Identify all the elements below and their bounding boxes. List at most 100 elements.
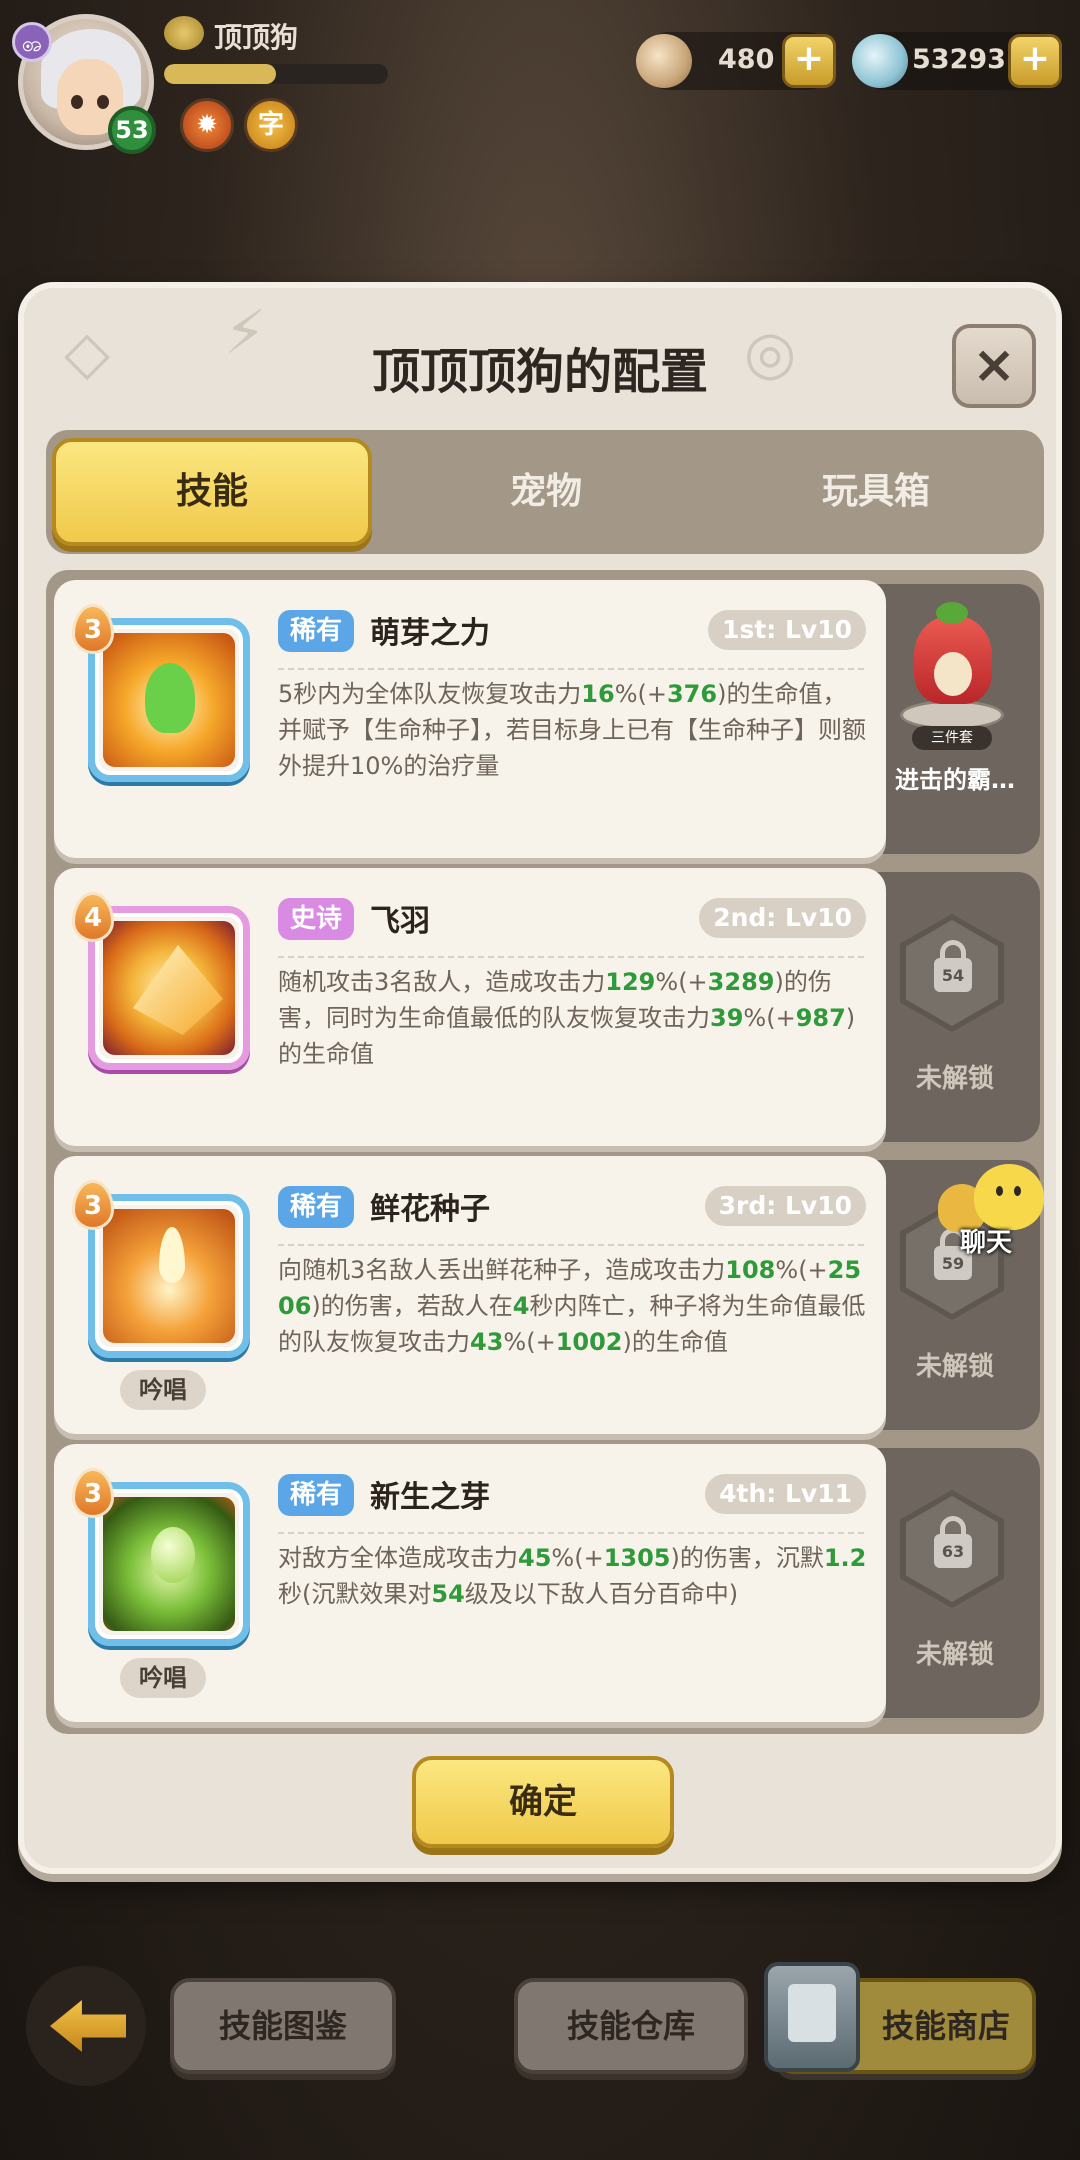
shop-icon (764, 1962, 860, 2072)
tab-bar: 技能 宠物 玩具箱 (46, 430, 1044, 554)
divider (278, 956, 864, 958)
desc-value: 16 (581, 680, 615, 708)
skill-row: 59 未解锁 3 吟唱 稀有 鲜花种子 3rd: Lv10 向随机3名敌人丢出鲜… (54, 1156, 1044, 1434)
slot-level: 3rd: Lv10 (704, 1186, 866, 1226)
skill-description: 向随机3名敌人丢出鲜花种子，造成攻击力108%(+2506)的伤害，若敌人在4秒… (278, 1252, 868, 1360)
tab-toybox[interactable]: 玩具箱 (716, 438, 1036, 546)
gem-amount: 53293 (912, 44, 1006, 75)
desc-text: 向随机3名敌人丢出鲜花种子，造成攻击力 (278, 1256, 726, 1284)
desc-text: )的伤害，若敌人在 (311, 1292, 513, 1320)
chant-tag: 吟唱 (120, 1370, 206, 1410)
skill-description: 5秒内为全体队友恢复攻击力16%(+376)的生命值，并赋予【生命种子】，若目标… (278, 676, 868, 784)
lock-icon: 54 (900, 914, 1004, 1032)
new-sprout-skill-icon[interactable] (88, 1482, 250, 1646)
desc-text: )的伤害，沉默 (670, 1544, 824, 1572)
locked-slot[interactable]: 63 未解锁 (870, 1448, 1040, 1718)
seed-orb-icon (151, 1527, 195, 1583)
panel-title: 顶顶顶狗的配置 (371, 344, 708, 400)
desc-text: %(+ (551, 1544, 604, 1572)
buff-glyph: ✹ (196, 110, 218, 140)
config-panel: ◇ ⚡ ◎ 顶顶顶狗的配置 × 技能 宠物 玩具箱 三件套 进击的霸… 3 稀有… (18, 282, 1062, 1874)
skill-name: 飞羽 (370, 904, 430, 939)
desc-value: 3289 (707, 968, 775, 996)
skill-card[interactable]: 3 吟唱 稀有 鲜花种子 3rd: Lv10 向随机3名敌人丢出鲜花种子，造成攻… (54, 1156, 886, 1434)
shell-icon (636, 34, 692, 88)
skill-storage-button[interactable]: 技能仓库 (514, 1978, 748, 2074)
locked-label: 未解锁 (915, 1352, 994, 1382)
star-badge: 3 (72, 1180, 114, 1230)
skill-art (103, 921, 235, 1055)
gem-icon (852, 34, 908, 88)
buff-icon[interactable]: ✹ (180, 98, 234, 152)
divider (278, 668, 864, 670)
sprout-icon (145, 663, 195, 733)
chant-tag: 吟唱 (120, 1658, 206, 1698)
unlock-level: 54 (934, 958, 972, 992)
pet-belly (934, 652, 972, 696)
desc-text: %(+ (614, 680, 667, 708)
sprout-power-skill-icon[interactable] (88, 618, 250, 782)
desc-value: 1002 (555, 1328, 623, 1356)
add-gem-button[interactable]: + (1008, 34, 1062, 88)
skill-description: 对敌方全体造成攻击力45%(+1305)的伤害，沉默1.2 秒(沉默效果对54级及… (278, 1540, 868, 1612)
skill-shop-button[interactable]: 技能商店 (764, 1962, 1036, 2074)
player-name: 顶顶狗 (214, 21, 299, 54)
desc-text: 5秒内为全体队友恢复攻击力 (278, 680, 582, 708)
desc-value: 54 (431, 1580, 465, 1608)
dog-icon (164, 16, 204, 50)
locked-label: 未解锁 (915, 1640, 994, 1670)
rarity-badge: 稀有 (278, 610, 355, 652)
feather-icon (133, 945, 223, 1035)
chat-button[interactable]: 聊天 (938, 1164, 1058, 1258)
desc-text: %(+ (503, 1328, 556, 1356)
skill-name: 鲜花种子 (370, 1192, 490, 1227)
chat-eye (1014, 1186, 1021, 1196)
avatar-symbol-badge: ꩨ (12, 22, 52, 62)
desc-text: )的生命值 (622, 1328, 728, 1356)
gem-currency: 53293 + (852, 32, 1062, 90)
tab-skills[interactable]: 技能 (52, 438, 372, 546)
avatar-eye (97, 95, 109, 109)
desc-value: 39 (710, 1004, 744, 1032)
buff-icon[interactable]: 字 (244, 98, 298, 152)
exp-bar-fill (164, 64, 276, 84)
close-button[interactable]: × (952, 324, 1036, 408)
equipped-pet-slot[interactable]: 三件套 进击的霸… (870, 584, 1040, 854)
back-button[interactable] (26, 1966, 146, 2086)
top-hud: ꩨ 53 顶顶狗 ✹ 字 480 + 53293 + (0, 0, 1080, 170)
feather-skill-icon[interactable] (88, 906, 250, 1070)
desc-text: %(+ (775, 1256, 828, 1284)
desc-text: 对敌方全体造成攻击力 (278, 1544, 518, 1572)
chat-eye (996, 1186, 1003, 1196)
desc-text: 随机攻击3名敌人，造成攻击力 (278, 968, 606, 996)
desc-text: %(+ (655, 968, 708, 996)
skill-card[interactable]: 4 史诗 飞羽 2nd: Lv10 随机攻击3名敌人，造成攻击力129%(+32… (54, 868, 886, 1146)
divider (278, 1532, 864, 1534)
desc-value: 1305 (603, 1544, 671, 1572)
back-arrow-icon (50, 2000, 126, 2052)
desc-text: 级及以下敌人百分百命中) (464, 1580, 739, 1608)
desc-value: 376 (666, 680, 718, 708)
chat-smiley-icon (974, 1164, 1044, 1230)
skill-card[interactable]: 3 吟唱 稀有 新生之芽 4th: Lv11 对敌方全体造成攻击力45%(+13… (54, 1444, 886, 1722)
star-badge: 4 (72, 892, 114, 942)
confirm-button[interactable]: 确定 (412, 1756, 674, 1848)
star-badge: 3 (72, 1468, 114, 1518)
desc-value: 108 (725, 1256, 776, 1284)
locked-label: 未解锁 (915, 1064, 994, 1094)
skill-name: 萌芽之力 (370, 616, 490, 651)
add-shell-button[interactable]: + (782, 34, 836, 88)
tab-pets[interactable]: 宠物 (386, 438, 706, 546)
flame-icon (159, 1227, 185, 1283)
slot-level: 2nd: Lv10 (699, 898, 866, 938)
flower-seed-skill-icon[interactable] (88, 1194, 250, 1358)
locked-slot[interactable]: 54 未解锁 (870, 872, 1040, 1142)
rarity-badge: 稀有 (278, 1474, 355, 1516)
player-level-badge: 53 (108, 106, 156, 154)
skill-row: 63 未解锁 3 吟唱 稀有 新生之芽 4th: Lv11 对敌方全体造成攻击力… (54, 1444, 1044, 1722)
pet-set-tag: 三件套 (912, 726, 992, 750)
skill-row: 54 未解锁 4 史诗 飞羽 2nd: Lv10 随机攻击3名敌人，造成攻击力1… (54, 868, 1044, 1146)
skill-name: 新生之芽 (370, 1480, 490, 1515)
skill-card[interactable]: 3 稀有 萌芽之力 1st: Lv10 5秒内为全体队友恢复攻击力16%(+37… (54, 580, 886, 858)
skill-codex-button[interactable]: 技能图鉴 (170, 1978, 396, 2074)
